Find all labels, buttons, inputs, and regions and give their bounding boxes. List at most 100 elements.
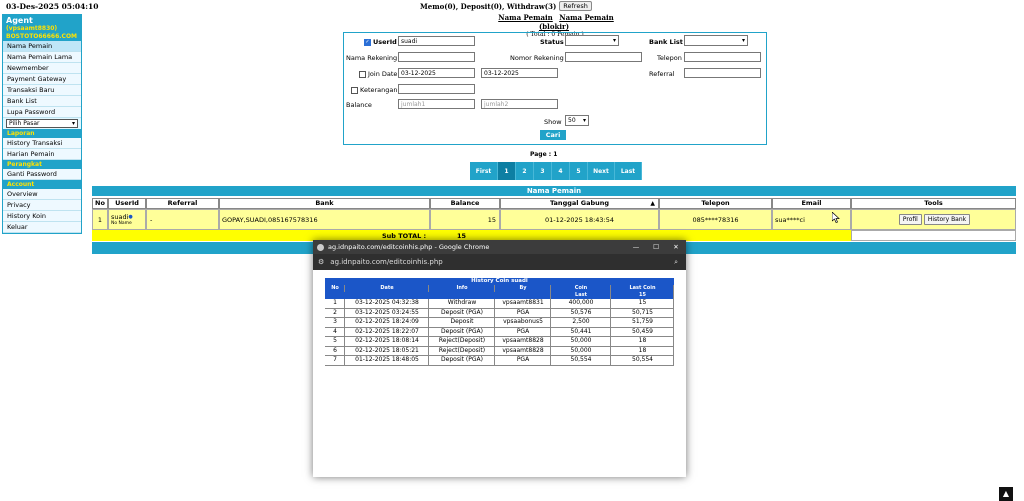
cari-button[interactable]: Cari bbox=[540, 130, 566, 140]
col-referral[interactable]: Referral bbox=[146, 198, 219, 209]
page-1-button[interactable]: 1 bbox=[498, 162, 516, 180]
popup-url[interactable]: ag.idnpaito.com/editcoinhis.php bbox=[330, 258, 442, 266]
sidebar-item-bank-list[interactable]: Bank List bbox=[3, 96, 81, 107]
banklist-select[interactable]: ▾ bbox=[684, 35, 748, 46]
site-info-icon[interactable]: ⚙ bbox=[318, 258, 324, 266]
cell-referral: - bbox=[146, 209, 219, 230]
section-laporan: Laporan bbox=[3, 129, 81, 138]
history-coin-table: History Coin suadi No Date Info By Coin … bbox=[325, 278, 674, 366]
maximize-icon[interactable]: ☐ bbox=[646, 243, 666, 251]
jumlah1-input[interactable]: jumlah1 bbox=[398, 99, 475, 109]
telepon-input[interactable] bbox=[684, 52, 761, 62]
col-telepon[interactable]: Telepon bbox=[659, 198, 772, 209]
banklist-label: Bank List bbox=[649, 38, 683, 46]
jumlah2-input[interactable]: jumlah2 bbox=[481, 99, 558, 109]
history-cell-by: vpsaabonus5 bbox=[495, 318, 551, 327]
cell-balance[interactable]: 15 bbox=[430, 209, 500, 230]
join-date-checkbox[interactable] bbox=[359, 70, 366, 78]
sidebar-item-newmember[interactable]: Newmember bbox=[3, 63, 81, 74]
sidebar-item-ganti-password[interactable]: Ganti Password bbox=[3, 169, 81, 180]
col-userid[interactable]: UserId bbox=[108, 198, 146, 209]
cell-tools: Profil History Bank bbox=[851, 209, 1016, 230]
page-2-button[interactable]: 2 bbox=[516, 162, 534, 180]
history-cell-info: Deposit (PGA) bbox=[429, 327, 495, 336]
sidebar-item-payment-gateway[interactable]: Payment Gateway bbox=[3, 74, 81, 85]
search-form: ✓ UserId suadi Status ▾ Bank List ▾ Nama … bbox=[343, 32, 767, 145]
cell-bank: GOPAY,SUADI,085167578316 bbox=[219, 209, 430, 230]
userid-checkbox[interactable]: ✓ bbox=[364, 38, 371, 46]
history-cell-coin: 50,000 bbox=[551, 346, 611, 355]
date-to-input[interactable]: 03-12-2025 bbox=[481, 68, 558, 78]
nomor-rekening-input[interactable] bbox=[565, 52, 642, 62]
status-select[interactable]: ▾ bbox=[565, 35, 619, 46]
chrome-logo-icon bbox=[317, 243, 324, 251]
history-cell-info: Reject(Deposit) bbox=[429, 337, 495, 346]
page-next-button[interactable]: Next bbox=[588, 162, 615, 180]
sidebar-item-overview[interactable]: Overview bbox=[3, 189, 81, 200]
site-name: BOSTOTO66666.COM bbox=[6, 33, 78, 40]
history-bank-button[interactable]: History Bank bbox=[923, 214, 971, 225]
history-cell-last-coin: 15 bbox=[611, 299, 674, 308]
memo-summary[interactable]: Memo(0), Deposit(0), Withdraw(3) bbox=[420, 2, 556, 11]
page-last-button[interactable]: Last bbox=[615, 162, 642, 180]
sidebar-item-history-koin[interactable]: History Koin bbox=[3, 211, 81, 222]
subhdr-blank bbox=[325, 292, 551, 299]
history-cell-by: PGA bbox=[495, 356, 551, 365]
history-row: 4 02-12-2025 18:22:07 Deposit (PGA) PGA 50,4… bbox=[325, 327, 674, 337]
sidebar-item-privacy[interactable]: Privacy bbox=[3, 200, 81, 211]
pilih-pasar-select[interactable]: Pilih Pasar ▾ bbox=[6, 119, 78, 128]
page-4-button[interactable]: 4 bbox=[552, 162, 570, 180]
join-date-label: Join Date bbox=[359, 70, 397, 78]
keterangan-checkbox[interactable] bbox=[351, 86, 358, 94]
history-cell-info: Deposit (PGA) bbox=[429, 308, 495, 317]
sidebar-item-keluar[interactable]: Keluar bbox=[3, 222, 81, 233]
col-balance[interactable]: Balance bbox=[430, 198, 500, 209]
history-cell-date: 02-12-2025 18:08:14 bbox=[345, 337, 429, 346]
history-cell-coin: 50,576 bbox=[551, 308, 611, 317]
sidebar-item-harian-pemain[interactable]: Harian Pemain bbox=[3, 149, 81, 160]
col-email[interactable]: Email bbox=[772, 198, 851, 209]
date-from-input[interactable]: 03-12-2025 bbox=[398, 68, 475, 78]
history-cell-last-coin: 50,715 bbox=[611, 308, 674, 317]
history-row: 7 01-12-2025 18:48:05 Deposit (PGA) PGA 50,5… bbox=[325, 356, 674, 366]
sidebar-item-transaksi-baru[interactable]: Transaksi Baru bbox=[3, 85, 81, 96]
referral-input[interactable] bbox=[684, 68, 761, 78]
refresh-button[interactable]: Refresh bbox=[559, 1, 592, 11]
history-row: 3 02-12-2025 18:24:09 Deposit vpsaabonus5 2,… bbox=[325, 318, 674, 328]
close-icon[interactable]: ✕ bbox=[666, 243, 686, 251]
page-first-button[interactable]: First bbox=[470, 162, 498, 180]
sidebar-item-nama-pemain-lama[interactable]: Nama Pemain Lama bbox=[3, 52, 81, 63]
history-cell-last-coin: 50,554 bbox=[611, 356, 674, 365]
history-cell-by: vpsaamt8828 bbox=[495, 337, 551, 346]
history-subheader: Last 15 bbox=[325, 292, 674, 299]
show-select[interactable]: 50 ▾ bbox=[565, 115, 589, 126]
history-cell-coin: 50,441 bbox=[551, 327, 611, 336]
zoom-icon[interactable]: ⌕ bbox=[674, 258, 678, 267]
sort-asc-icon: ▲ bbox=[650, 200, 655, 207]
keterangan-input[interactable] bbox=[398, 84, 475, 94]
page-5-button[interactable]: 5 bbox=[570, 162, 588, 180]
col-bank[interactable]: Bank bbox=[219, 198, 430, 209]
minimize-icon[interactable]: — bbox=[626, 243, 646, 251]
history-header: No Date Info By Coin Last Coin bbox=[325, 285, 674, 292]
sidebar-item-history-transaksi[interactable]: History Transaksi bbox=[3, 138, 81, 149]
link-nama-pemain[interactable]: Nama Pemain bbox=[498, 13, 553, 22]
page-3-button[interactable]: 3 bbox=[534, 162, 552, 180]
referral-label: Referral bbox=[649, 70, 675, 78]
userid-input[interactable]: suadi bbox=[398, 36, 475, 46]
col-no: No bbox=[92, 198, 108, 209]
keterangan-label: Keterangan bbox=[351, 86, 398, 94]
history-cell-date: 02-12-2025 18:22:07 bbox=[345, 327, 429, 336]
col-tanggal-gabung[interactable]: Tanggal Gabung ▲ bbox=[500, 198, 659, 209]
sidebar-item-lupa-password[interactable]: Lupa Password bbox=[3, 107, 81, 118]
history-cell-no: 2 bbox=[325, 308, 345, 317]
profil-button[interactable]: Profil bbox=[898, 214, 922, 225]
subhdr-last-value: 15 bbox=[611, 292, 674, 299]
nama-rekening-input[interactable] bbox=[398, 52, 475, 62]
history-cell-no: 3 bbox=[325, 318, 345, 327]
scroll-top-button[interactable]: ▲ bbox=[999, 487, 1013, 501]
hdr-no: No bbox=[325, 285, 345, 292]
sidebar-item-nama-pemain[interactable]: Nama Pemain bbox=[3, 41, 81, 52]
userid-link[interactable]: suadi bbox=[111, 213, 128, 221]
nama-rekening-label: Nama Rekening bbox=[346, 54, 398, 62]
